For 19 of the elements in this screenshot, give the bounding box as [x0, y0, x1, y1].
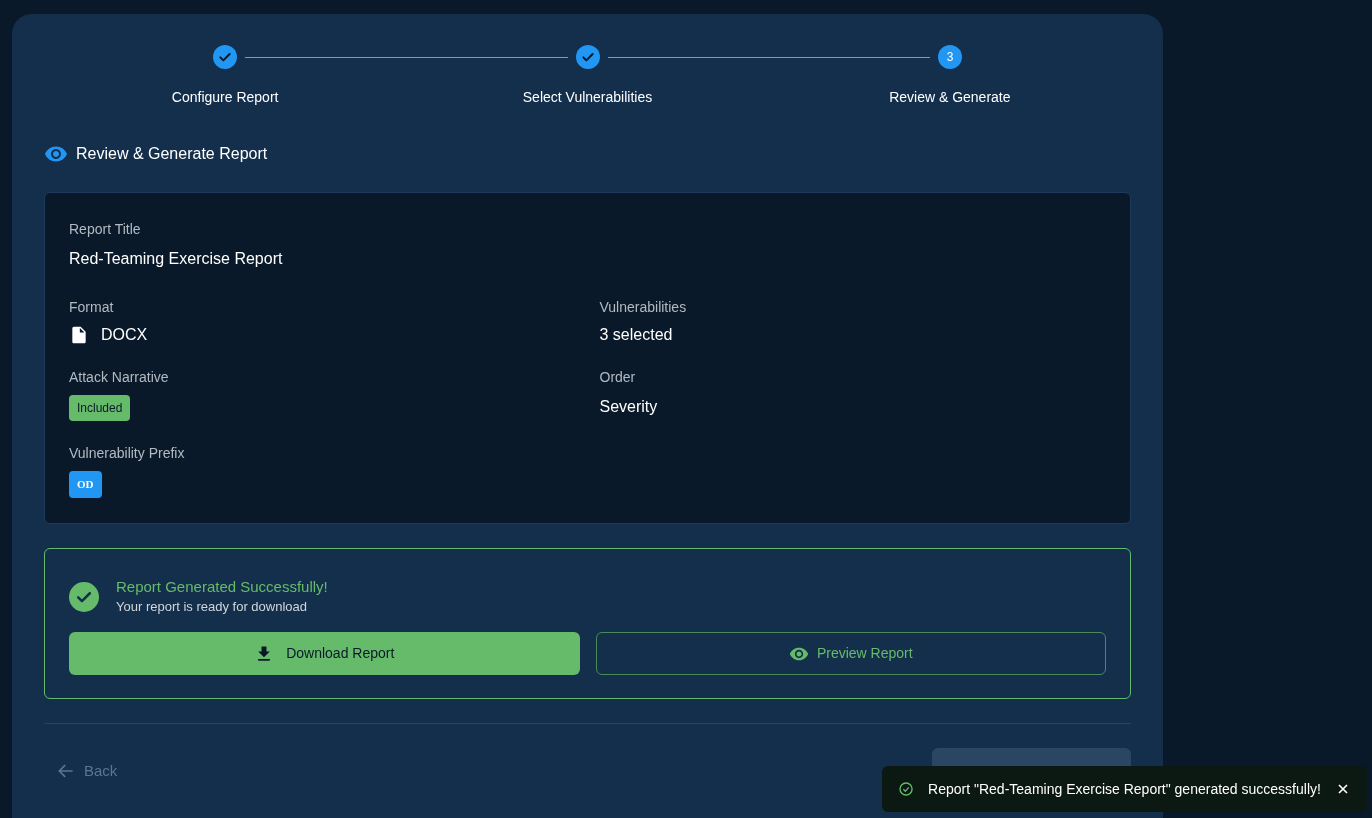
step-label: Review & Generate	[889, 88, 1011, 107]
status-badge: Included	[69, 395, 131, 421]
field-label: Report Title	[69, 220, 141, 239]
field-value: Severity	[599, 397, 658, 417]
section-title: Review & Generate Report	[76, 144, 268, 164]
step-label: Configure Report	[171, 88, 279, 107]
field-label: Order	[599, 368, 636, 387]
success-title: Report Generated Successfully!	[116, 577, 328, 597]
step-label: Select Vulnerabilities	[522, 88, 653, 107]
success-message: Your report is ready for download	[116, 598, 308, 616]
toast-message: Report "Red-Teaming Exercise Report" generated successfully!	[928, 779, 1321, 799]
field-label: Vulnerabilities	[599, 298, 687, 317]
field-label: Attack Narrative	[69, 368, 169, 387]
field-value: DOCX	[101, 325, 148, 345]
field-value: 3 selected	[599, 325, 673, 345]
field-label: Format	[69, 298, 114, 317]
prefix-badge: OD	[69, 471, 102, 498]
field-label: Vulnerability Prefix	[69, 444, 185, 463]
field-value: Red-Teaming Exercise Report	[69, 249, 283, 269]
